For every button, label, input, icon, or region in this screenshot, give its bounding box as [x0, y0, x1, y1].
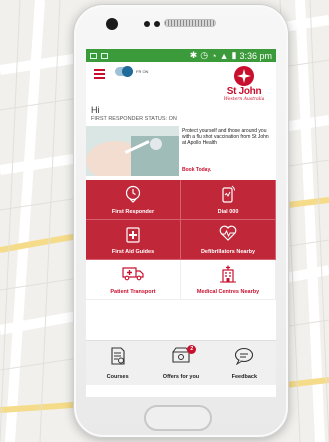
nav-label: Offers for you [162, 374, 200, 380]
home-button[interactable] [144, 405, 212, 431]
tile-dial-000[interactable]: Dial 000 [181, 180, 276, 220]
feedback-icon [234, 347, 254, 370]
tile-label: Defibrillators Nearby [200, 249, 256, 255]
tile-label: Patient Transport [110, 289, 156, 295]
hospital-building-icon [219, 265, 237, 288]
action-grid: First Responder Dial 000 First Aid Guide… [86, 180, 276, 300]
tile-label: First Responder [111, 209, 155, 215]
status-bar: ✱ ◷ ◔ ▲ ▮ 3:36 pm [86, 49, 276, 62]
earpiece-speaker [164, 19, 216, 27]
greeting-text: Hi [91, 105, 100, 115]
tile-label: Dial 000 [217, 209, 239, 215]
phone-frame: ✱ ◷ ◔ ▲ ▮ 3:36 pm FR ON St John Western … [73, 4, 289, 438]
brand-subtitle: Western Australia [223, 97, 265, 102]
tile-medical-centres-nearby[interactable]: Medical Centres Nearby [181, 260, 276, 300]
st-john-logo: St John Western Australia [220, 66, 268, 106]
front-camera [106, 18, 118, 30]
battery-icon: ▮ [231, 50, 237, 60]
bottom-nav: Courses 2 Offers for you Feedback [86, 340, 276, 385]
promo-text: Protect yourself and those around you wi… [182, 128, 269, 146]
nav-offers[interactable]: 2 Offers for you [149, 341, 212, 385]
wifi-icon: ◔ [211, 50, 217, 61]
st-john-cross-icon [234, 66, 254, 86]
book-today-link[interactable]: Book Today. [182, 167, 211, 173]
promo-banner[interactable]: Protect yourself and those around you wi… [86, 126, 276, 180]
sensor-dot [154, 21, 160, 27]
app-screen: ✱ ◷ ◔ ▲ ▮ 3:36 pm FR ON St John Western … [86, 49, 276, 397]
status-time: 3:36 pm [239, 50, 272, 61]
signal-icon: ▲ [219, 50, 229, 61]
tile-label: First Aid Guides [111, 249, 155, 255]
tile-patient-transport[interactable]: Patient Transport [86, 260, 181, 300]
ambulance-icon [122, 265, 144, 286]
fr-toggle-label: FR ON [136, 69, 149, 74]
notification-icon [90, 52, 97, 59]
bluetooth-icon: ✱ [189, 50, 198, 60]
phone-call-icon [220, 185, 236, 208]
responder-status: FIRST RESPONDER STATUS: ON [91, 116, 177, 122]
sensor-dot [144, 21, 150, 27]
tile-first-aid-guides[interactable]: First Aid Guides [86, 220, 181, 260]
app-header: FR ON St John Western Australia [86, 62, 276, 107]
tile-defibrillators-nearby[interactable]: Defibrillators Nearby [181, 220, 276, 260]
menu-icon[interactable] [94, 69, 105, 79]
first-responder-toggle[interactable] [115, 66, 133, 77]
first-aid-kit-icon [125, 225, 141, 248]
heart-pulse-icon [219, 225, 237, 246]
brand-name: St John [226, 86, 262, 97]
nav-label: Courses [106, 374, 129, 380]
nav-feedback[interactable]: Feedback [213, 341, 276, 385]
location-pin-icon [125, 185, 141, 208]
offers-badge: 2 [187, 345, 197, 354]
nav-label: Feedback [231, 374, 257, 380]
alarm-icon: ◷ [200, 50, 209, 60]
courses-icon [110, 347, 126, 370]
nav-courses[interactable]: Courses [86, 341, 149, 385]
tile-label: Medical Centres Nearby [196, 289, 260, 295]
tile-first-responder[interactable]: First Responder [86, 180, 181, 220]
flu-shot-photo [86, 126, 179, 176]
notification-icon [101, 52, 108, 59]
